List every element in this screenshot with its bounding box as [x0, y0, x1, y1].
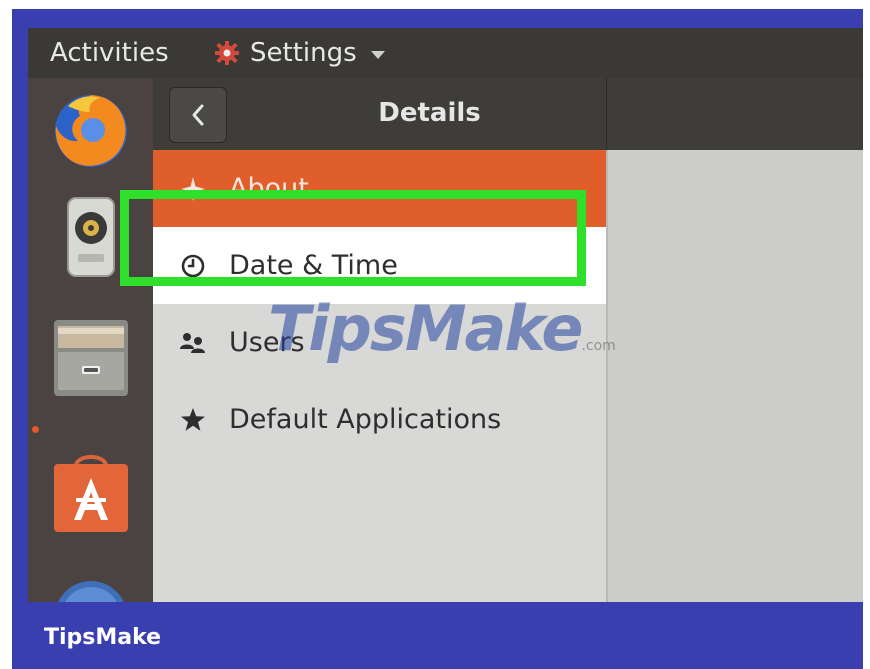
dock — [28, 78, 153, 602]
help-icon[interactable] — [48, 574, 134, 602]
footer-brand: TipsMake — [44, 625, 162, 650]
shopping-bag-icon[interactable] — [48, 450, 134, 536]
app-menu-button[interactable]: Settings — [214, 38, 385, 68]
top-bar: Activities Settings — [28, 28, 863, 78]
app-menu-label: Settings — [250, 38, 357, 68]
sidebar-item-default-applications[interactable]: Default Applications — [153, 381, 606, 458]
users-icon — [179, 329, 207, 357]
details-content-pane — [608, 150, 863, 602]
highlight-box — [120, 190, 586, 286]
chevron-down-icon — [370, 51, 385, 59]
sidebar-item-label: Default Applications — [229, 404, 502, 435]
panel-title: Details — [378, 98, 481, 128]
settings-gear-icon — [215, 41, 239, 65]
activities-button[interactable]: Activities — [50, 38, 169, 68]
window-header-bar: Details — [153, 78, 863, 150]
header-left-pane: Details — [153, 78, 607, 150]
file-cabinet-icon[interactable] — [48, 314, 134, 400]
running-indicator — [32, 426, 39, 433]
watermark: TipsMake.com — [268, 292, 616, 365]
star-icon — [179, 406, 207, 434]
firefox-icon[interactable] — [48, 86, 134, 172]
header-right-pane — [607, 78, 863, 150]
